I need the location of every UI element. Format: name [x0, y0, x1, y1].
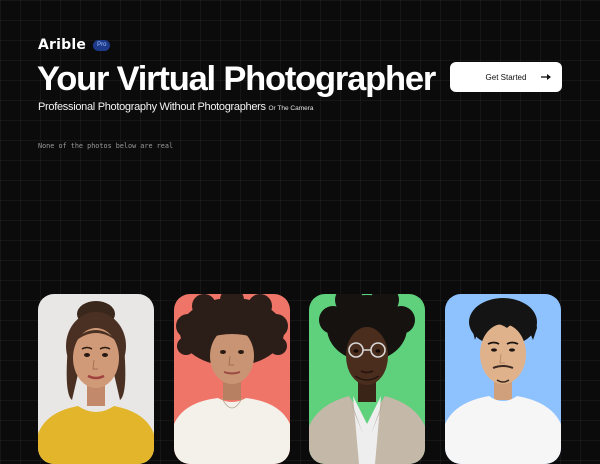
hero-subtitle: Professional Photography Without Photogr…: [38, 101, 314, 113]
arrow-right-icon: [541, 74, 551, 80]
hero-subtitle-main: Professional Photography Without Photogr…: [38, 101, 266, 113]
portrait-image-woman-updo: [38, 294, 154, 464]
portrait-card-3[interactable]: [309, 294, 425, 464]
get-started-label: Get Started: [485, 72, 527, 82]
hero-subtitle-small: Or The Camera: [268, 105, 314, 112]
portrait-image-man-short-hair: [445, 294, 561, 464]
portrait-card-4[interactable]: [445, 294, 561, 464]
pro-badge: Pro: [93, 39, 111, 51]
portrait-card-1[interactable]: [38, 294, 154, 464]
disclaimer-text: None of the photos below are real: [38, 142, 174, 150]
hero-title: Your Virtual Photographer: [37, 60, 436, 98]
portrait-card-2[interactable]: [174, 294, 290, 464]
get-started-button[interactable]: Get Started: [450, 62, 562, 92]
portrait-image-woman-curly: [174, 294, 290, 464]
brand-name: Arible: [38, 37, 87, 53]
brand-logo[interactable]: Arible Pro: [38, 37, 111, 53]
portrait-image-man-afro: [309, 294, 425, 464]
